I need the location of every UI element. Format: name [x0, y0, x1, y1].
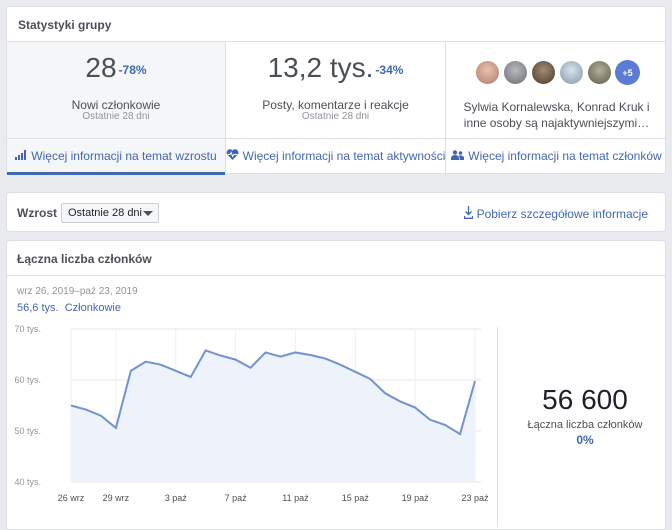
- bar-chart-icon: [15, 149, 27, 163]
- x-tick-label: 11 paź: [282, 493, 309, 503]
- members-column: +5 Sylwia Kornalewska, Konrad Kruk i inn…: [445, 41, 667, 175]
- avatar[interactable]: [531, 60, 556, 85]
- avatar[interactable]: [475, 60, 500, 85]
- growth-details-link-label: Więcej informacji na temat wzrostu: [31, 149, 216, 163]
- heart-pulse-icon: [226, 149, 239, 163]
- x-tick-label: 23 paź: [461, 493, 489, 503]
- posts-period: Ostatnie 28 dni: [226, 111, 445, 122]
- x-tick-label: 15 paź: [342, 493, 370, 503]
- chart-summary-divider: [497, 327, 498, 527]
- x-tick-label: 19 paź: [402, 493, 430, 503]
- total-members-change: 0%: [503, 433, 667, 447]
- members-details-link[interactable]: Więcej informacji na temat członków: [446, 138, 667, 173]
- avatar[interactable]: [503, 60, 528, 85]
- active-members-text: Sylwia Kornalewska, Konrad Kruk i inne o…: [454, 99, 659, 131]
- members-line-chart: 40 tys. 50 tys. 60 tys. 70 tys. 26 wrz 29 wrz…: [7, 321, 497, 513]
- new-members-change: -78%: [119, 63, 147, 77]
- new-members-period: Ostatnie 28 dni: [7, 111, 225, 122]
- stats-title: Statystyki grupy: [18, 18, 111, 32]
- people-icon: [451, 149, 464, 163]
- download-details-label: Pobierz szczegółowe informacje: [477, 207, 648, 221]
- total-members-card: Łączna liczba członków wrz 26, 2019–paź …: [6, 240, 666, 530]
- avatar[interactable]: [587, 60, 612, 85]
- y-tick-label: 70 tys.: [14, 324, 41, 334]
- total-members-title: Łączna liczba członków: [17, 252, 152, 266]
- posts-change: -34%: [375, 63, 403, 77]
- group-stats-card: Statystyki grupy 28-78% Nowi członkowie …: [6, 6, 666, 174]
- growth-title: Wzrost: [17, 206, 57, 220]
- date-range: wrz 26, 2019–paź 23, 2019: [17, 286, 138, 297]
- growth-details-link[interactable]: Więcej informacji na temat wzrostu: [7, 138, 225, 173]
- total-members-value: 56 600: [503, 384, 667, 416]
- x-tick-label: 7 paź: [225, 493, 248, 503]
- x-tick-label: 26 wrz: [58, 493, 85, 503]
- divider: [7, 275, 665, 276]
- members-details-link-label: Więcej informacji na temat członków: [468, 149, 661, 163]
- growth-toolbar: Wzrost Ostatnie 28 dni Pobierz szczegóło…: [6, 192, 666, 232]
- posts-label: Posty, komentarze i reakcje: [226, 98, 445, 112]
- more-avatars-badge[interactable]: +5: [615, 60, 640, 85]
- activity-details-link-label: Więcej informacji na temat aktywności: [243, 149, 446, 163]
- download-details-link[interactable]: Pobierz szczegółowe informacje: [464, 206, 648, 222]
- period-select-value: Ostatnie 28 dni: [68, 207, 142, 219]
- series-summary: 56,6 tys. Członkowie: [17, 302, 121, 314]
- posts-value: 13,2 tys.: [268, 52, 374, 83]
- total-members-label: Łączna liczba członków: [503, 419, 667, 431]
- y-tick-label: 50 tys.: [14, 426, 41, 436]
- avatar[interactable]: [559, 60, 584, 85]
- x-tick-label: 3 paź: [165, 493, 188, 503]
- posts-column: 13,2 tys.-34% Posty, komentarze i reakcj…: [225, 41, 445, 175]
- new-members-value: 28: [85, 52, 116, 83]
- series-value: 56,6 tys.: [17, 302, 59, 314]
- period-select[interactable]: Ostatnie 28 dni: [61, 203, 159, 223]
- active-members-avatars: +5: [446, 60, 667, 85]
- x-tick-label: 29 wrz: [103, 493, 130, 503]
- y-tick-label: 40 tys.: [14, 477, 41, 487]
- new-members-column: 28-78% Nowi członkowie Ostatnie 28 dni W…: [7, 41, 225, 175]
- chevron-down-icon: [143, 211, 153, 216]
- y-tick-label: 60 tys.: [14, 375, 41, 385]
- series-name: Członkowie: [65, 302, 121, 314]
- new-members-label: Nowi członkowie: [7, 98, 225, 112]
- activity-details-link[interactable]: Więcej informacji na temat aktywności: [226, 138, 445, 173]
- download-icon: [464, 206, 473, 222]
